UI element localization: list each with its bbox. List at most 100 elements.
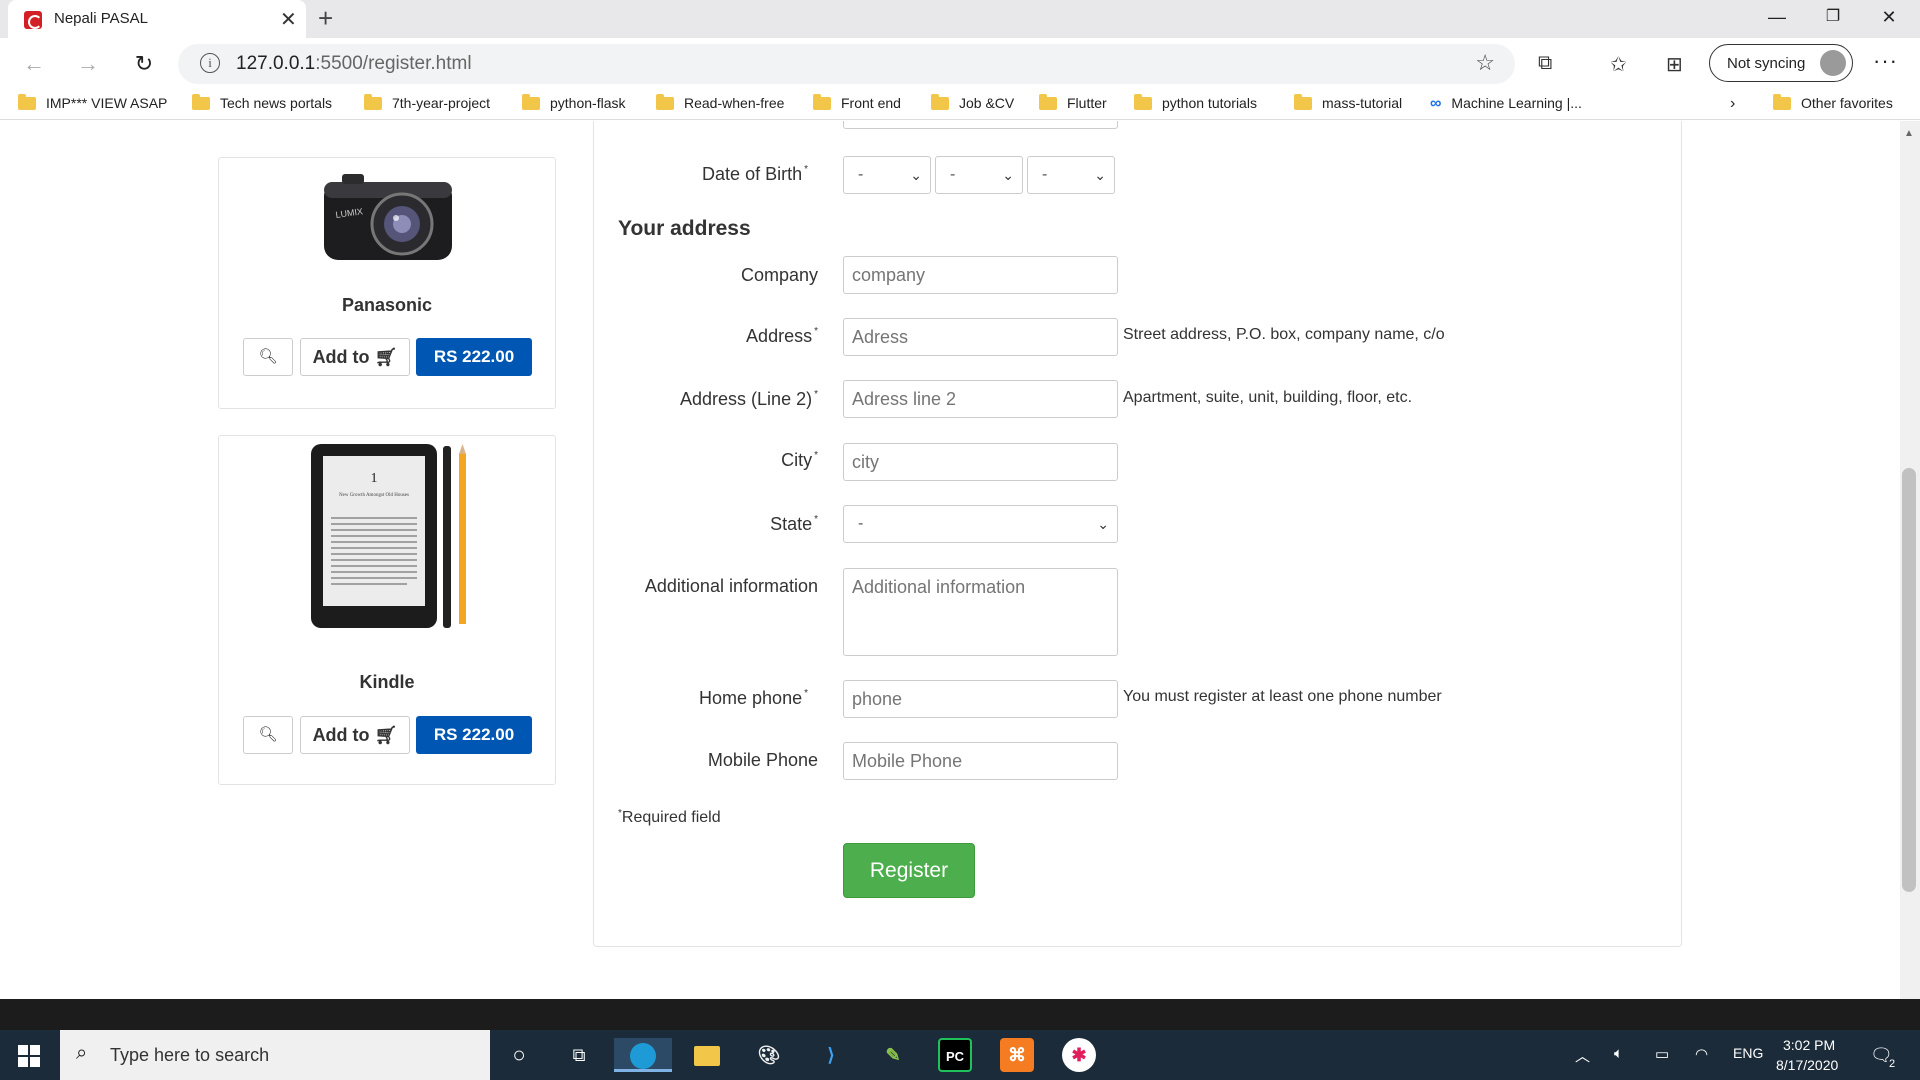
dob-label: Date of Birth *	[702, 164, 808, 185]
other-favorites[interactable]: Other favorites	[1773, 94, 1893, 115]
bookmark-label: Machine Learning |...	[1451, 95, 1582, 111]
volume-icon[interactable]: 🔈︎	[1614, 1045, 1623, 1062]
home-phone-input[interactable]	[843, 680, 1118, 718]
bookmarks-overflow-chevron-icon[interactable]: ›	[1730, 95, 1735, 115]
notification-count-badge: 2	[1889, 1058, 1896, 1070]
home-phone-label: Home phone *	[699, 688, 808, 709]
home-phone-hint: You must register at least one phone num…	[1123, 688, 1442, 705]
language-indicator[interactable]: ENG	[1733, 1045, 1763, 1061]
scrollbar-thumb[interactable]	[1902, 468, 1916, 892]
product-card: LUMIX Panasonic 🔍︎ Add to 🛒︎ RS 222.00	[218, 157, 556, 409]
product-name: Panasonic	[341, 295, 433, 315]
slack-icon[interactable]: ✱	[1062, 1038, 1096, 1072]
xampp-icon[interactable]: ⌘	[1000, 1038, 1034, 1072]
product-name: Kindle	[359, 672, 415, 692]
vscode-icon[interactable]: ⟩	[814, 1038, 848, 1072]
more-menu-icon[interactable]: ···	[1873, 48, 1898, 74]
bookmark-label: 7th-year-project	[392, 95, 491, 111]
file-explorer-icon[interactable]	[690, 1038, 724, 1072]
clock-time[interactable]: 3:02 PM	[1783, 1037, 1835, 1053]
page-viewport: LUMIX Panasonic 🔍︎ Add to 🛒︎ RS 222.00 1…	[0, 121, 1900, 999]
close-window-icon[interactable]: ✕	[1866, 2, 1912, 32]
zoom-button[interactable]: 🔍︎	[243, 716, 293, 754]
add-to-cart-button[interactable]: Add to 🛒︎	[300, 338, 410, 376]
scroll-up-arrow-icon[interactable]: ▲	[1904, 128, 1914, 139]
bookmark-label: Front end	[841, 95, 901, 111]
dob-month-value: -	[950, 166, 956, 183]
wifi-icon[interactable]: ◠	[1695, 1045, 1708, 1063]
product-card: 1 New Growth Amongst Old Houses Kindle 🔍…	[218, 435, 556, 785]
edge-browser-icon[interactable]	[614, 1038, 672, 1072]
bookmark-label: Tech news portals	[220, 95, 333, 111]
site-info-icon[interactable]: i	[200, 53, 220, 73]
restore-window-icon[interactable]: ❐	[1810, 2, 1856, 32]
battery-icon[interactable]: ▭	[1655, 1045, 1669, 1063]
add-to-cart-button[interactable]: Add to 🛒︎	[300, 716, 410, 754]
cortana-icon[interactable]: ○	[502, 1038, 536, 1072]
folder-icon	[1773, 94, 1791, 110]
folder-icon	[192, 94, 210, 110]
cart-icon: 🛒︎	[374, 347, 398, 367]
clock-date[interactable]: 8/17/2020	[1776, 1057, 1838, 1073]
state-select[interactable]: - ⌄	[843, 505, 1118, 543]
windows-taskbar: ⌕ Type here to search ○ ⧉ 🎨︎ ⟩ ✎ PC ⌘ ✱ …	[0, 1030, 1920, 1080]
registration-form-panel	[593, 121, 1682, 947]
add-to-label: Add to	[312, 347, 370, 367]
folder-icon	[364, 94, 382, 110]
price-button[interactable]: RS 222.00	[416, 338, 532, 376]
zoom-button[interactable]: 🔍︎	[243, 338, 293, 376]
refresh-icon[interactable]: ↻	[128, 48, 160, 80]
bookmark-item[interactable]: Read-when-free	[656, 94, 784, 115]
tray-overflow-chevron-icon[interactable]: ︿	[1575, 1045, 1590, 1066]
bookmark-item[interactable]: Front end	[813, 94, 901, 115]
extensions-icon[interactable]: ⧉	[1538, 52, 1552, 75]
bookmark-item[interactable]: python-flask	[522, 94, 626, 115]
browser-tab[interactable]: Nepali PASAL ✕	[8, 0, 306, 38]
bookmark-item[interactable]: IMP*** VIEW ASAP	[18, 94, 167, 115]
address-input[interactable]	[843, 318, 1118, 356]
bookmark-label: python-flask	[550, 95, 626, 111]
favorites-icon[interactable]: ✩	[1610, 52, 1627, 77]
folder-icon	[18, 94, 36, 110]
city-input[interactable]	[843, 443, 1118, 481]
product-image-camera: LUMIX	[324, 174, 452, 260]
additional-info-textarea[interactable]	[843, 568, 1118, 656]
bookmark-item[interactable]: Job &CV	[931, 94, 1014, 115]
profile-sync-button[interactable]: Not syncing	[1709, 44, 1853, 82]
company-input[interactable]	[843, 256, 1118, 294]
minimize-window-icon[interactable]: —	[1754, 2, 1800, 32]
windows-start-icon[interactable]	[18, 1045, 40, 1067]
address-bar[interactable]: i 127.0.0.1:5500/register.html ☆	[178, 44, 1515, 84]
favorite-star-icon[interactable]: ☆	[1475, 50, 1495, 76]
bookmark-item[interactable]: Tech news portals	[192, 94, 333, 115]
dob-month-select[interactable]: - ⌄	[935, 156, 1023, 194]
price-button[interactable]: RS 222.00	[416, 716, 532, 754]
url-path: :5500/register.html	[315, 53, 472, 74]
bookmark-item[interactable]: mass-tutorial	[1294, 94, 1402, 115]
register-button[interactable]: Register	[843, 843, 975, 898]
url-text[interactable]: 127.0.0.1:5500/register.html	[236, 53, 472, 75]
taskbar-search-box[interactable]: ⌕ Type here to search	[60, 1030, 490, 1080]
add-to-label: Add to	[312, 725, 370, 745]
collections-icon[interactable]: ⊞	[1666, 52, 1683, 77]
company-label: Company	[740, 265, 818, 285]
new-tab-icon[interactable]: +	[318, 3, 333, 34]
folder-icon	[931, 94, 949, 110]
back-icon[interactable]: ←	[18, 48, 50, 80]
notepad-icon[interactable]: ✎	[876, 1038, 910, 1072]
bookmark-item[interactable]: Flutter	[1039, 94, 1107, 115]
dob-day-select[interactable]: - ⌄	[843, 156, 931, 194]
paint-icon[interactable]: 🎨︎	[752, 1038, 786, 1072]
dob-year-select[interactable]: - ⌄	[1027, 156, 1115, 194]
bookmark-item[interactable]: 7th-year-project	[364, 94, 491, 115]
close-tab-icon[interactable]: ✕	[280, 7, 297, 32]
mobile-phone-input[interactable]	[843, 742, 1118, 780]
bookmark-item[interactable]: python tutorials	[1134, 94, 1257, 115]
task-view-icon[interactable]: ⧉	[562, 1038, 596, 1072]
pycharm-icon[interactable]: PC	[938, 1038, 972, 1072]
folder-icon	[1039, 94, 1057, 110]
address2-input[interactable]	[843, 380, 1118, 418]
tab-strip: Nepali PASAL ✕ + — ❐ ✕	[0, 0, 1920, 38]
forward-icon[interactable]: →	[72, 48, 104, 80]
bookmark-item[interactable]: ∞ Machine Learning |...	[1430, 95, 1582, 115]
